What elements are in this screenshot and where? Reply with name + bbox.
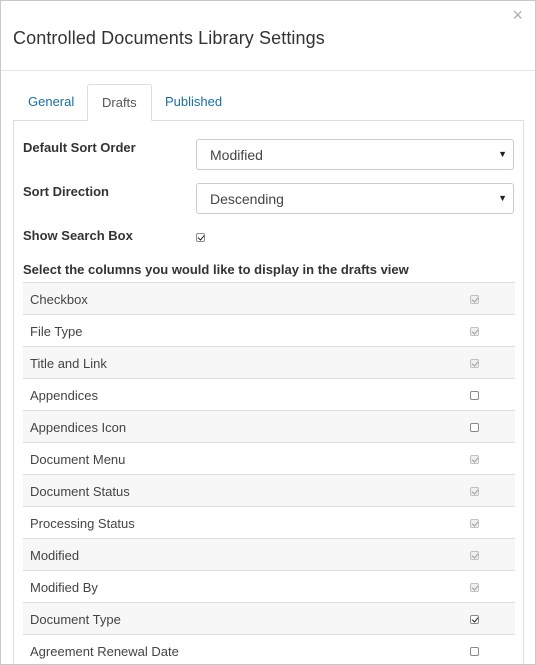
columns-table: Checkbox File Type Title and Link Appendice… xyxy=(23,282,515,664)
sort-direction-select[interactable]: Descending ▼ xyxy=(196,183,514,214)
dropdown-arrow-icon: ▼ xyxy=(498,149,507,159)
dropdown-arrow-icon: ▼ xyxy=(498,193,507,203)
column-row: Modified xyxy=(23,538,515,570)
column-name: Agreement Renewal Date xyxy=(30,644,179,659)
column-row: Appendices Icon xyxy=(23,410,515,442)
column-checkbox[interactable] xyxy=(470,647,479,656)
column-name: Title and Link xyxy=(30,356,107,371)
column-checkbox[interactable] xyxy=(470,391,479,400)
search-box-label: Show Search Box xyxy=(23,228,133,243)
column-checkbox[interactable] xyxy=(470,615,479,624)
column-row: Document Menu xyxy=(23,442,515,474)
sort-order-label: Default Sort Order xyxy=(23,140,136,155)
tab-published[interactable]: Published xyxy=(151,84,236,121)
show-search-box-checkbox[interactable] xyxy=(196,233,205,242)
column-checkbox xyxy=(470,519,479,528)
column-name: Modified By xyxy=(30,580,98,595)
tab-bar: General Drafts Published xyxy=(13,84,524,121)
column-row: Appendices xyxy=(23,378,515,410)
tab-general[interactable]: General xyxy=(14,84,88,121)
column-checkbox xyxy=(470,487,479,496)
sort-order-value: Modified xyxy=(210,147,263,163)
column-name: Modified xyxy=(30,548,80,563)
column-name: Appendices xyxy=(30,388,98,403)
column-checkbox xyxy=(470,359,479,368)
close-icon[interactable]: × xyxy=(512,6,523,24)
tab-drafts[interactable]: Drafts xyxy=(87,84,152,121)
column-name: Checkbox xyxy=(30,292,88,307)
dialog-title: Controlled Documents Library Settings xyxy=(13,28,325,48)
column-row: Document Status xyxy=(23,474,515,506)
column-checkbox xyxy=(470,327,479,336)
column-row: Modified By xyxy=(23,570,515,602)
column-checkbox[interactable] xyxy=(470,423,479,432)
sort-direction-value: Descending xyxy=(210,191,284,207)
column-row: Document Type xyxy=(23,602,515,634)
settings-dialog: Controlled Documents Library Settings × … xyxy=(0,0,536,665)
column-row: Title and Link xyxy=(23,346,515,378)
column-checkbox xyxy=(470,295,479,304)
sort-direction-label: Sort Direction xyxy=(23,184,109,199)
column-name: Appendices Icon xyxy=(30,420,127,435)
column-name: Document Menu xyxy=(30,452,126,467)
column-name: Document Type xyxy=(30,612,121,627)
column-name: Document Status xyxy=(30,484,130,499)
columns-heading: Select the columns you would like to dis… xyxy=(23,262,409,277)
column-row: Processing Status xyxy=(23,506,515,538)
column-checkbox xyxy=(470,583,479,592)
column-checkbox xyxy=(470,455,479,464)
sort-order-select[interactable]: Modified ▼ xyxy=(196,139,514,170)
drafts-panel: Default Sort Order Modified ▼ Sort Direc… xyxy=(13,120,524,664)
column-name: File Type xyxy=(30,324,83,339)
column-name: Processing Status xyxy=(30,516,135,531)
column-checkbox xyxy=(470,551,479,560)
dialog-header: Controlled Documents Library Settings × xyxy=(1,1,535,71)
column-row: Checkbox xyxy=(23,282,515,314)
column-row: Agreement Renewal Date xyxy=(23,634,515,664)
column-row: File Type xyxy=(23,314,515,346)
